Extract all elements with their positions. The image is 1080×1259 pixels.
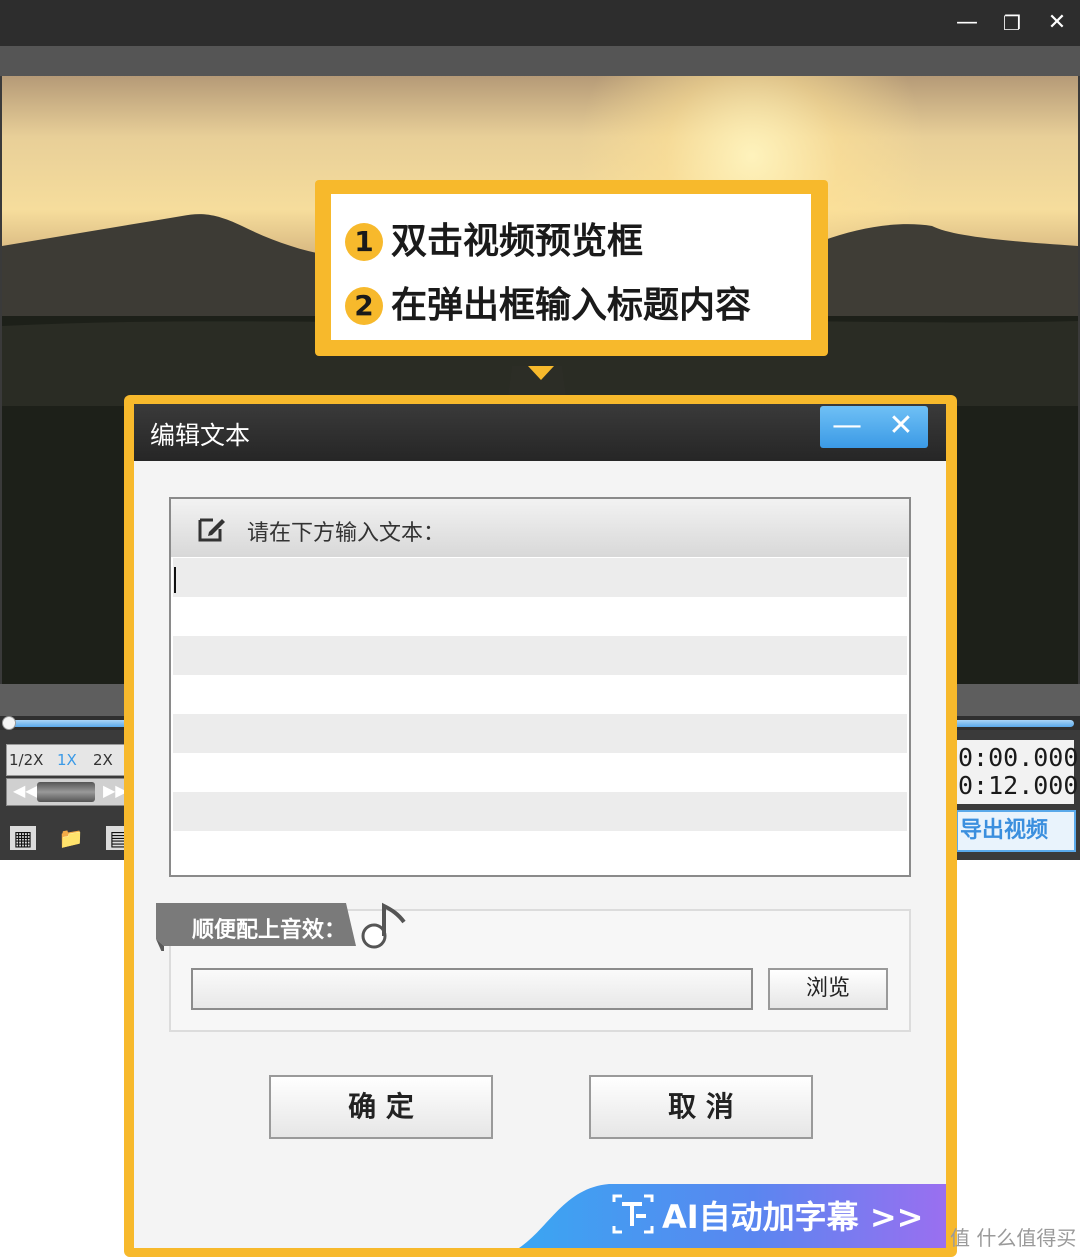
speed-1x[interactable]: 1X xyxy=(57,751,77,769)
text-line[interactable] xyxy=(173,597,907,636)
minimize-icon[interactable]: — xyxy=(952,8,982,38)
step-text: 在弹出框输入标题内容 xyxy=(391,285,752,326)
window-titlebar: — ❐ ✕ xyxy=(0,0,1080,46)
speed-selector[interactable]: 1/2X 1X 2X xyxy=(6,744,126,776)
text-line[interactable] xyxy=(173,558,907,597)
music-note-icon xyxy=(361,902,406,949)
rewind-icon[interactable]: ◀◀ xyxy=(13,781,38,800)
restore-icon[interactable]: ❐ xyxy=(997,8,1027,38)
cancel-button[interactable]: 取 消 xyxy=(589,1075,813,1139)
speed-half[interactable]: 1/2X xyxy=(9,751,43,769)
folder-icon[interactable]: 📁 xyxy=(58,826,84,850)
step-text: 双击视频预览框 xyxy=(391,221,644,262)
time-current: 0:00.000 xyxy=(958,743,1079,772)
text-line[interactable] xyxy=(173,714,907,753)
add-media-icon[interactable]: ▦ xyxy=(10,826,36,850)
audio-file-path-input[interactable] xyxy=(191,968,753,1010)
dialog-title: 编辑文本 xyxy=(150,421,251,450)
text-line[interactable] xyxy=(173,636,907,675)
dialog-titlebar[interactable]: 编辑文本 — ✕ xyxy=(134,404,946,461)
step-number-badge: 1 xyxy=(345,223,383,261)
minimize-icon[interactable]: — xyxy=(820,406,874,448)
text-line[interactable] xyxy=(173,753,907,792)
callout-body: 1 双击视频预览框 2 在弹出框输入标题内容 xyxy=(331,194,811,340)
dialog-window-controls: — ✕ xyxy=(820,406,928,448)
instruction-callout: 1 双击视频预览框 2 在弹出框输入标题内容 xyxy=(315,180,828,356)
text-panel-header: 请在下方输入文本： xyxy=(171,499,909,557)
edit-icon xyxy=(198,518,225,542)
text-line[interactable] xyxy=(173,675,907,714)
speed-2x[interactable]: 2X xyxy=(93,751,113,769)
toolbar-strip xyxy=(0,46,1080,76)
time-display: 0:00.000 0:12.000 xyxy=(956,740,1079,804)
callout-step-1: 1 双击视频预览框 xyxy=(345,212,643,264)
text-input-panel: 请在下方输入文本： xyxy=(169,497,911,877)
close-icon[interactable]: ✕ xyxy=(874,406,928,448)
subtitle-icon xyxy=(612,1194,654,1234)
text-caret xyxy=(174,567,176,593)
audio-effect-label: 顺便配上音效： xyxy=(192,918,347,943)
seek-control[interactable]: ◀◀ ▶▶ xyxy=(6,778,128,806)
edit-text-dialog: 编辑文本 — ✕ 请在下方输入文本： 顺便配上音效： 浏览 确 定 取 消 AI… xyxy=(134,404,946,1248)
step-number-badge: 2 xyxy=(345,287,383,325)
progress-knob[interactable] xyxy=(2,716,16,730)
text-prompt-label: 请在下方输入文本： xyxy=(247,521,446,546)
browse-button[interactable]: 浏览 xyxy=(768,968,888,1010)
text-line[interactable] xyxy=(173,792,907,831)
text-line[interactable] xyxy=(173,831,907,873)
close-icon[interactable]: ✕ xyxy=(1042,8,1072,38)
export-video-button[interactable]: 导出视频 xyxy=(956,810,1076,852)
callout-pointer-arrow xyxy=(528,366,554,380)
time-total: 0:12.000 xyxy=(958,771,1079,800)
confirm-button[interactable]: 确 定 xyxy=(269,1075,493,1139)
ai-subtitle-label[interactable]: AI自动加字幕 >> xyxy=(662,1192,923,1238)
jog-wheel[interactable] xyxy=(37,782,95,802)
watermark: 值 什么值得买 xyxy=(950,1226,1077,1250)
callout-step-2: 2 在弹出框输入标题内容 xyxy=(345,276,751,328)
